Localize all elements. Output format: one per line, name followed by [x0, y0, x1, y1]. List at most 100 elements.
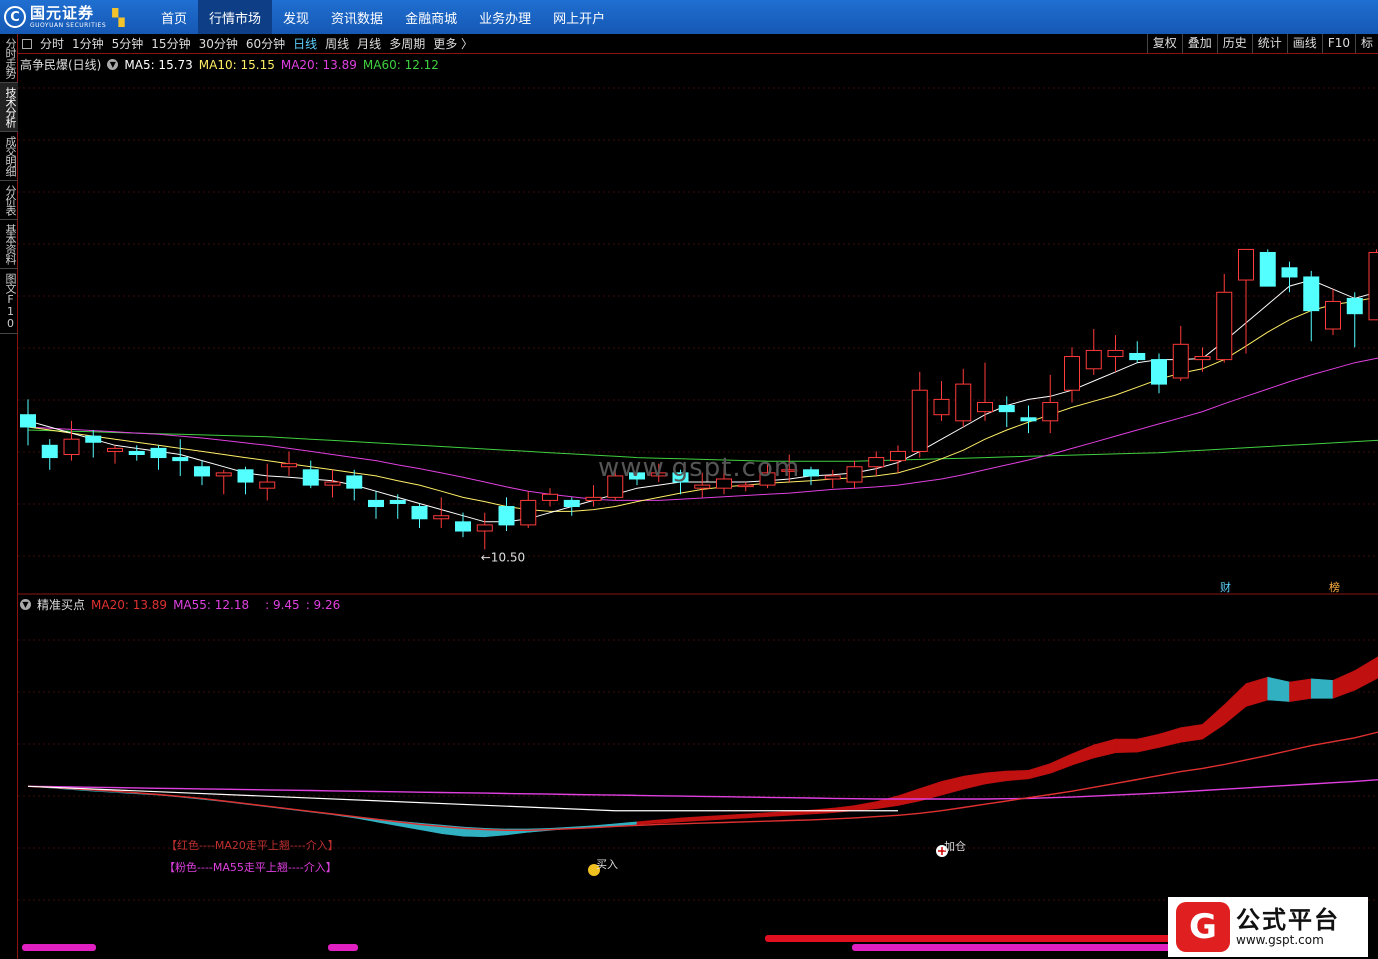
signal-band-segment — [636, 819, 660, 825]
candle-body — [1172, 343, 1189, 379]
candle-body — [107, 447, 123, 452]
candle — [1281, 261, 1298, 293]
candle — [563, 497, 580, 516]
signal-band-segment — [1136, 733, 1160, 753]
candle — [215, 469, 232, 495]
candle-body — [737, 484, 754, 488]
candle-body — [281, 463, 297, 468]
signal-band-segment — [1158, 727, 1182, 748]
candle — [476, 512, 493, 550]
candle — [1172, 325, 1189, 382]
candle-body — [1085, 349, 1102, 370]
candle — [1194, 347, 1211, 372]
sub-reference-line — [27, 785, 898, 812]
candle-body — [41, 444, 58, 459]
signal-band-segment — [745, 812, 768, 819]
signal-band-segment — [1093, 738, 1116, 759]
signal-band-segment — [1354, 657, 1377, 691]
candle-body — [259, 481, 276, 489]
candle-body — [324, 481, 341, 486]
candle — [1064, 347, 1080, 403]
candle — [172, 439, 189, 476]
signal-band-segment — [723, 813, 747, 820]
candle — [737, 482, 754, 492]
candle — [1107, 335, 1124, 372]
candle — [1151, 353, 1167, 394]
candle-body — [955, 383, 972, 422]
signal-band-segment — [919, 781, 942, 802]
candle-body — [1368, 251, 1378, 321]
signal-band-segment — [941, 775, 964, 796]
candle-body — [1042, 401, 1059, 422]
candle-body — [1151, 359, 1167, 385]
candle — [1346, 292, 1363, 348]
sub-ma20-line — [27, 731, 1378, 831]
signal-band-segment — [1049, 753, 1073, 774]
candle-body — [498, 506, 515, 526]
candle — [933, 381, 950, 421]
candle — [955, 368, 972, 427]
candle-body — [542, 493, 558, 501]
candle-body — [237, 469, 254, 483]
candle — [911, 371, 928, 458]
candle-body — [346, 475, 363, 489]
candle-body — [563, 499, 580, 508]
candle — [433, 497, 450, 528]
candle-body — [1020, 417, 1037, 422]
gspt-logo-icon: G — [1176, 902, 1230, 952]
candle-body — [694, 484, 711, 489]
candle-body — [1194, 356, 1211, 361]
candle — [346, 469, 363, 501]
candle-body — [933, 398, 950, 416]
candle-body — [1281, 267, 1298, 278]
signal-band-segment — [1223, 682, 1247, 726]
signal-band-segment — [1245, 676, 1269, 707]
grid-lines — [18, 87, 1378, 901]
note-pink: 【粉色----MA55走平上翘----介入】 — [164, 860, 337, 874]
candle — [890, 445, 906, 473]
signal-band-segment — [1310, 678, 1334, 699]
signal-band-segment — [767, 811, 790, 817]
signal-band-segment — [832, 805, 855, 814]
candle-body — [455, 521, 471, 532]
candle-body — [1259, 251, 1276, 287]
candle — [324, 469, 341, 498]
add-label: 加仓 — [944, 839, 966, 853]
candle-body — [1129, 352, 1146, 361]
candle — [585, 485, 602, 507]
gspt-url: www.gspt.com — [1236, 932, 1324, 947]
gspt-title: 公式平台 — [1236, 906, 1340, 935]
candle-body — [389, 499, 406, 504]
signal-band-segment — [1267, 676, 1290, 702]
candle-body — [803, 469, 819, 477]
signal-band-segment — [875, 795, 899, 810]
candles — [20, 248, 1378, 550]
candle — [868, 451, 885, 476]
candle — [411, 503, 428, 528]
candle-body — [977, 401, 993, 413]
candle-body — [824, 475, 841, 480]
candle — [281, 451, 297, 476]
candle-body — [433, 515, 450, 520]
candle-body — [302, 469, 319, 486]
candle — [1129, 341, 1146, 363]
candle — [237, 466, 254, 495]
candle-body — [128, 450, 145, 456]
candle — [1085, 329, 1102, 375]
candle-body — [411, 506, 428, 520]
signal-band-segment — [701, 814, 725, 821]
candle — [846, 460, 863, 489]
candle-body — [215, 472, 232, 477]
buy-label: 买入 — [596, 858, 618, 871]
candle — [1216, 273, 1233, 363]
candle — [824, 469, 841, 489]
signal-band-segment — [1332, 670, 1356, 699]
candle-body — [63, 438, 80, 456]
candle-body — [520, 499, 537, 526]
signal-band-segment — [658, 817, 681, 824]
candle-body — [150, 447, 167, 459]
candle — [41, 439, 58, 470]
signal-band-segment — [1289, 678, 1312, 702]
candle-body — [1238, 248, 1254, 281]
candle-body — [1064, 356, 1080, 391]
